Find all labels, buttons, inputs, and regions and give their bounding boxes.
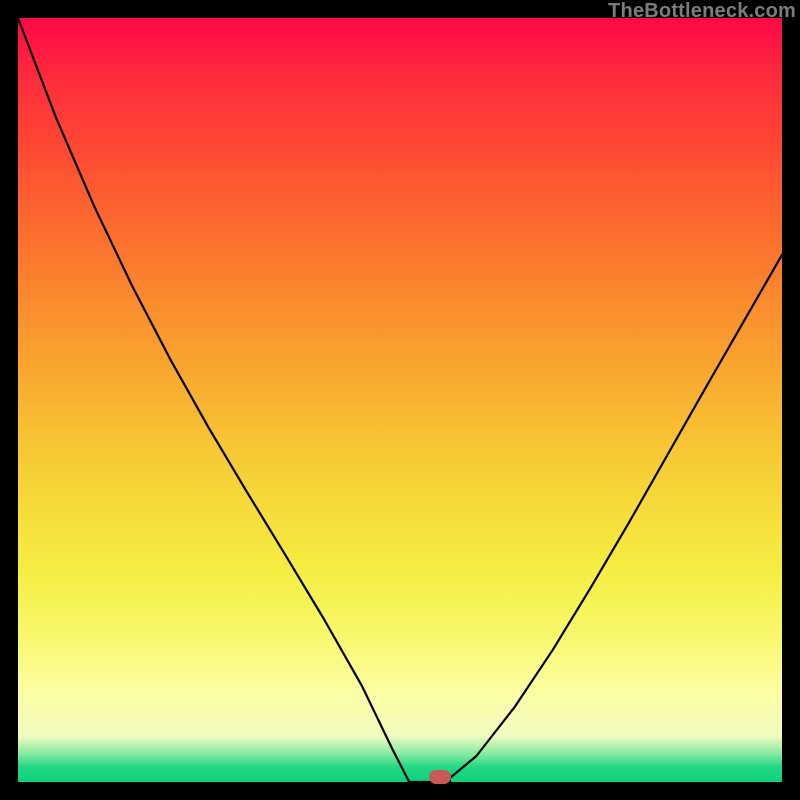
- minimum-marker: [429, 770, 451, 784]
- watermark-label: TheBottleneck.com: [608, 0, 796, 23]
- chart-plot-area: [18, 18, 782, 782]
- bottleneck-curve: [18, 18, 782, 782]
